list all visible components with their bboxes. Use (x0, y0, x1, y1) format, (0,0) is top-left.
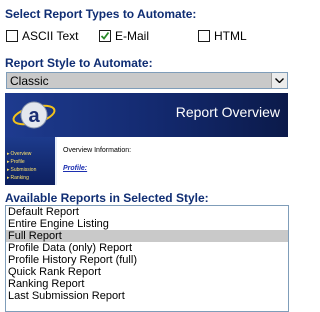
preview-link: Profile: (63, 165, 88, 172)
preview-nav-item: Ranking (7, 175, 29, 181)
ascii-text-label: ASCII Text (22, 29, 79, 43)
check-mark-icon (100, 31, 110, 40)
report-types-group: ASCII Text E-Mail HTML (6, 28, 292, 44)
a-letter-logo-icon: a (12, 101, 56, 129)
email-label: E-Mail (115, 29, 150, 43)
list-item[interactable]: Entire Engine Listing (6, 218, 288, 230)
svg-text:a: a (28, 105, 40, 127)
list-item[interactable]: Profile Data (only) Report (6, 242, 288, 254)
list-item[interactable]: Profile History Report (full) (6, 254, 288, 266)
report-style-value: Classic (10, 74, 49, 88)
html-checkbox[interactable]: HTML (198, 28, 247, 44)
preview-title: Report Overview (175, 104, 280, 120)
email-checkbox[interactable]: E-Mail (99, 28, 149, 44)
checkbox-box (99, 30, 111, 42)
list-item[interactable]: Last Submission Report (6, 290, 288, 302)
available-reports-listbox[interactable]: Default Report Entire Engine Listing Ful… (5, 205, 289, 312)
preview-nav-item: Profile (7, 159, 25, 165)
report-style-select[interactable]: Classic (6, 72, 288, 89)
preview-sidebar: Overview Profile Submission Ranking (5, 137, 55, 185)
preview-nav-item: Overview (7, 151, 32, 157)
report-types-heading: Select Report Types to Automate: (5, 7, 197, 21)
checkbox-box (6, 30, 18, 42)
list-item[interactable]: Quick Rank Report (6, 266, 288, 278)
preview-info-text: Overview Information: (63, 147, 132, 154)
report-style-heading: Report Style to Automate: (5, 56, 153, 70)
dropdown-button[interactable] (271, 73, 287, 88)
list-item[interactable]: Default Report (6, 206, 288, 218)
preview-content: Overview Information: Profile: (57, 137, 288, 185)
checkbox-box (198, 30, 210, 42)
available-reports-heading: Available Reports in Selected Style: (5, 191, 209, 205)
list-item[interactable]: Full Report (6, 230, 288, 242)
chevron-down-icon (275, 78, 284, 83)
preview-banner: a Report Overview (5, 93, 288, 137)
preview-nav-item: Submission (7, 167, 37, 173)
style-preview-image: a Report Overview Overview Profile Submi… (5, 93, 288, 185)
html-label: HTML (214, 29, 247, 43)
list-item[interactable]: Ranking Report (6, 278, 288, 290)
ascii-text-checkbox[interactable]: ASCII Text (6, 28, 78, 44)
